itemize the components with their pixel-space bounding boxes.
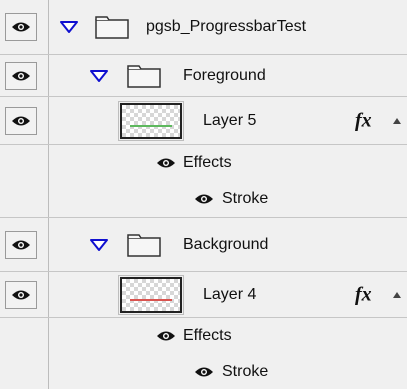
- visibility-toggle[interactable]: [5, 230, 37, 259]
- thumbnail-stroke-line: [130, 298, 172, 301]
- layer-thumbnail[interactable]: [118, 100, 184, 141]
- layer-row-effects[interactable]: Effects: [0, 145, 407, 180]
- thumbnail-stroke-line: [130, 124, 172, 127]
- folder-icon: [127, 233, 161, 257]
- folder-icon: [95, 16, 129, 39]
- eye-icon[interactable]: [156, 330, 176, 342]
- layer-thumbnail[interactable]: [118, 274, 184, 315]
- layer-row-effect-stroke[interactable]: Stroke: [0, 180, 407, 218]
- visibility-toggle[interactable]: [5, 106, 37, 135]
- effect-name: Stroke: [222, 362, 269, 380]
- layer-row-effects[interactable]: Effects: [0, 318, 407, 354]
- eye-icon: [12, 116, 30, 125]
- fx-icon[interactable]: fx: [355, 283, 372, 306]
- layer-name: Layer 5: [203, 111, 257, 129]
- caret-up-icon[interactable]: [392, 117, 402, 125]
- layer-row-group-root[interactable]: pgsb_ProgressbarTest: [0, 0, 407, 55]
- layer-name: Foreground: [183, 66, 266, 84]
- visibility-toggle[interactable]: [5, 13, 37, 41]
- eye-icon: [12, 290, 30, 299]
- fx-icon[interactable]: fx: [355, 109, 372, 132]
- eye-icon: [12, 71, 30, 80]
- triangle-down-icon[interactable]: [90, 238, 108, 251]
- layer-row-group-background[interactable]: Background: [0, 218, 407, 272]
- eye-icon[interactable]: [194, 366, 214, 378]
- effects-label: Effects: [183, 327, 232, 344]
- eye-icon[interactable]: [156, 157, 176, 169]
- layer-row-group-foreground[interactable]: Foreground: [0, 55, 407, 97]
- layer-row-effect-stroke[interactable]: Stroke: [0, 354, 407, 389]
- eye-icon[interactable]: [194, 193, 214, 205]
- layer-row-layer5[interactable]: Layer 5 fx: [0, 97, 407, 145]
- folder-icon: [127, 64, 161, 88]
- visibility-toggle[interactable]: [5, 61, 37, 90]
- layer-name: Layer 4: [203, 285, 257, 303]
- visibility-toggle[interactable]: [5, 280, 37, 309]
- effects-label: Effects: [183, 153, 232, 171]
- eye-icon: [12, 240, 30, 249]
- effect-name: Stroke: [222, 189, 269, 207]
- triangle-down-icon[interactable]: [60, 21, 78, 33]
- layer-row-layer4[interactable]: Layer 4 fx: [0, 272, 407, 318]
- caret-up-icon[interactable]: [392, 291, 402, 299]
- eye-icon: [12, 22, 30, 32]
- layers-panel: pgsb_ProgressbarTest Foreground Layer 5 …: [0, 0, 407, 389]
- triangle-down-icon[interactable]: [90, 69, 108, 82]
- layer-name: pgsb_ProgressbarTest: [146, 18, 307, 35]
- layer-name: Background: [183, 235, 269, 253]
